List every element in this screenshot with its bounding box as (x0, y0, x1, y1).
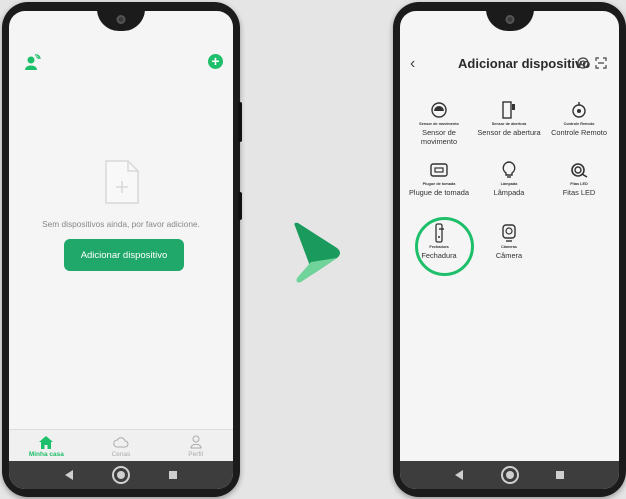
tab-home[interactable]: Minha casa (9, 430, 84, 461)
nav-recents-icon[interactable] (556, 471, 565, 479)
device-door-sensor[interactable]: Sensor de abertura Sensor de abertura (475, 99, 543, 137)
device-tiny-label: Sensor de abertura (491, 122, 527, 126)
nav-recents-icon[interactable] (169, 471, 177, 479)
empty-document-icon (104, 159, 140, 210)
device-label: Sensor de movimento (420, 128, 458, 147)
power-button (238, 192, 242, 220)
device-label: Lâmpada (493, 188, 525, 198)
device-label: Controle Remoto (551, 128, 607, 138)
back-icon[interactable]: ‹ (410, 55, 415, 73)
qr-scan-icon[interactable] (595, 56, 607, 74)
page-title: Adicionar dispositivo (458, 56, 591, 71)
device-remote-control[interactable]: Controle Remoto Controle Remoto (545, 99, 613, 137)
nav-home-icon[interactable] (500, 466, 519, 484)
device-camera[interactable]: Câmeras Câmera (475, 222, 543, 260)
device-plug[interactable]: Plugue de tomada Plugue de tomada (405, 159, 473, 197)
device-tiny-label: Fitas LED (570, 182, 588, 186)
left-screen: + Sem dispositivos ainda, por favor adic… (9, 11, 233, 489)
device-tiny-label: Lâmpada (500, 182, 518, 186)
notch (485, 11, 534, 31)
add-device-button[interactable]: Adicionar dispositivo (64, 239, 184, 271)
tab-bar: Minha casa Cenas Perfil (9, 429, 233, 461)
device-tiny-label: Plugue de tomada (422, 182, 456, 186)
tab-scenes[interactable]: Cenas (84, 430, 159, 461)
cloud-icon (113, 437, 129, 448)
device-label: Câmera (495, 251, 523, 261)
device-tiny-label: Fechadura (429, 245, 449, 249)
scan-icon[interactable] (577, 56, 589, 74)
bulb-icon (498, 159, 520, 181)
profile-icon (190, 435, 202, 449)
add-icon[interactable]: + (208, 54, 223, 69)
front-camera (505, 15, 514, 24)
motion-sensor-icon (428, 99, 450, 121)
device-label: Sensor de abertura (477, 128, 541, 138)
device-tiny-label: Controle Remoto (563, 122, 595, 126)
system-nav-bar (9, 461, 233, 489)
notch (97, 11, 145, 31)
device-lock[interactable]: Fechadura Fechadura (405, 222, 473, 260)
tab-label-profile: Perfil (188, 451, 204, 458)
volume-button (238, 102, 242, 142)
device-label: Plugue de tomada (409, 188, 469, 198)
system-nav-bar (400, 461, 619, 489)
right-screen: ‹ Adicionar dispositivo Sensor de movime… (400, 11, 619, 489)
lock-icon (428, 222, 450, 244)
led-strip-icon (568, 159, 590, 181)
left-phone: + Sem dispositivos ainda, por favor adic… (2, 2, 242, 497)
nav-home-icon[interactable] (112, 466, 130, 484)
tab-profile[interactable]: Perfil (158, 430, 233, 461)
device-tiny-label: Sensor de movimento (419, 122, 459, 126)
device-label: Fitas LED (562, 188, 596, 198)
arrow-chevron-icon (294, 222, 340, 283)
plug-icon (428, 159, 450, 181)
user-home-icon[interactable] (25, 53, 41, 71)
device-tiny-label: Câmeras (500, 245, 518, 249)
home-icon (39, 436, 54, 449)
door-sensor-icon (498, 99, 520, 121)
nav-back-icon[interactable] (65, 470, 73, 480)
device-led-strip[interactable]: Fitas LED Fitas LED (545, 159, 613, 197)
device-bulb[interactable]: Lâmpada Lâmpada (475, 159, 543, 197)
front-camera (116, 15, 126, 24)
empty-state-message: Sem dispositivos ainda, por favor adicio… (42, 219, 200, 229)
camera-icon (498, 222, 520, 244)
nav-back-icon[interactable] (454, 470, 463, 480)
right-phone: ‹ Adicionar dispositivo Sensor de movime… (393, 2, 626, 497)
tab-label-home: Minha casa (28, 451, 64, 458)
tab-label-scenes: Cenas (111, 451, 131, 458)
remote-icon (568, 99, 590, 121)
device-label: Fechadura (421, 251, 457, 261)
device-motion-sensor[interactable]: Sensor de movimento Sensor de movimento (405, 99, 473, 146)
